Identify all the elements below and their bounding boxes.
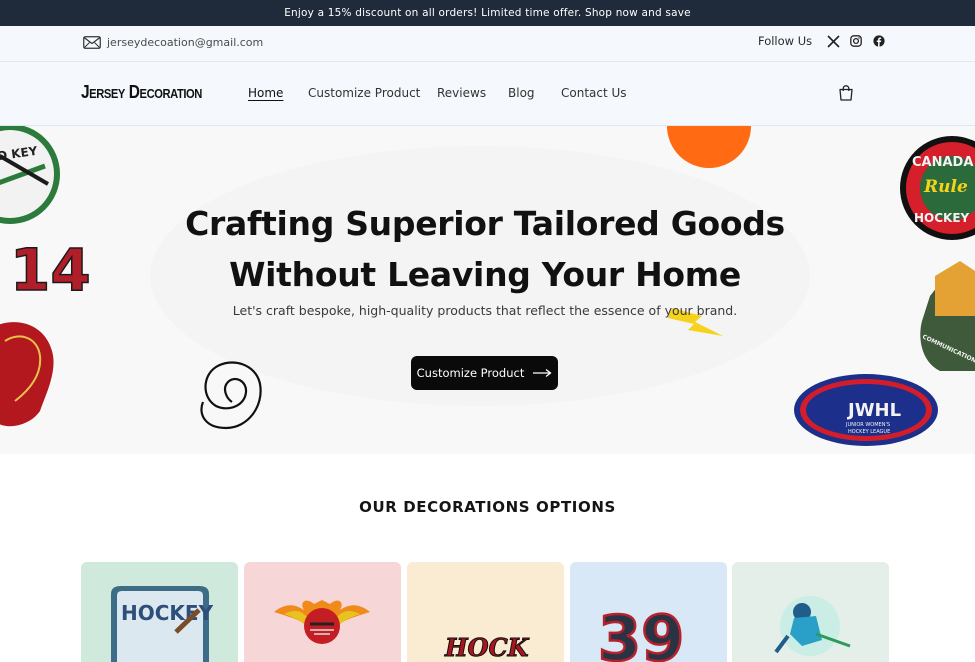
hero-title-line-1: Crafting Superior Tailored Goods bbox=[185, 204, 785, 243]
nav-customize-product[interactable]: Customize Product bbox=[308, 86, 420, 100]
svg-text:Rule: Rule bbox=[923, 177, 968, 197]
sublimation-card[interactable] bbox=[732, 562, 889, 662]
announcement-text: Enjoy a 15% discount on all orders! Limi… bbox=[284, 7, 691, 19]
announcement-bar: Enjoy a 15% discount on all orders! Limi… bbox=[0, 0, 975, 26]
number-39-image: 39 bbox=[597, 601, 686, 662]
svg-text:CANADA: CANADA bbox=[912, 155, 973, 170]
cart-icon[interactable] bbox=[837, 84, 855, 102]
svg-text:HOCKEY: HOCKEY bbox=[121, 601, 214, 625]
flaming-helmet-image bbox=[274, 600, 370, 644]
follow-label: Follow Us bbox=[758, 34, 813, 48]
chenille-card[interactable] bbox=[244, 562, 401, 662]
hockey-patch-image: HOCKEY bbox=[111, 586, 214, 662]
svg-text:JUNIOR WOMEN'S: JUNIOR WOMEN'S bbox=[845, 422, 890, 428]
nav-blog[interactable]: Blog bbox=[508, 86, 535, 100]
hero-subtitle: Let's craft bespoke, high-quality produc… bbox=[232, 303, 738, 318]
hero-title: Crafting Superior Tailored Goods Without… bbox=[150, 198, 820, 300]
section-title: OUR DECORATIONS OPTIONS bbox=[359, 498, 616, 516]
tackle-twill-image: HOCK bbox=[444, 633, 531, 662]
nav-home[interactable]: Home bbox=[248, 86, 283, 100]
hero-title-line-2: Without Leaving Your Home bbox=[229, 255, 741, 294]
x-icon[interactable] bbox=[826, 34, 840, 48]
hockey-player-image bbox=[774, 596, 851, 656]
email-link[interactable]: jerseydecoation@gmail.com bbox=[83, 36, 263, 49]
cta-label: Customize Product bbox=[416, 366, 525, 380]
jwhl-patch: JWHL JUNIOR WOMEN'S HOCKEY LEAGUE bbox=[794, 374, 938, 446]
nav-contact-us[interactable]: Contact Us bbox=[561, 86, 627, 100]
svg-text:HOCK: HOCK bbox=[444, 633, 530, 662]
customize-product-button[interactable]: Customize Product bbox=[411, 356, 558, 390]
site-logo[interactable]: Jersey Decoration bbox=[81, 82, 202, 103]
patch-card[interactable]: HOCKEY bbox=[81, 562, 238, 662]
email-text: jerseydecoation@gmail.com bbox=[107, 36, 264, 49]
mail-icon bbox=[83, 36, 101, 49]
arrow-right-icon bbox=[533, 368, 552, 378]
svg-text:39: 39 bbox=[598, 602, 684, 662]
numbers-card[interactable]: 39 bbox=[570, 562, 727, 662]
tackle-twill-card[interactable]: HOCK bbox=[407, 562, 564, 662]
facebook-icon[interactable] bbox=[872, 34, 886, 48]
svg-text:HOCKEY: HOCKEY bbox=[914, 211, 970, 225]
top-bar: jerseydecoation@gmail.com Follow Us bbox=[0, 26, 975, 62]
nav-reviews[interactable]: Reviews bbox=[437, 86, 486, 100]
svg-text:HOCKEY LEAGUE: HOCKEY LEAGUE bbox=[848, 429, 890, 435]
instagram-icon[interactable] bbox=[849, 34, 863, 48]
hero-banner: ELD KEY 14 CANADA Rule HOCKEY COMMUNICA bbox=[0, 126, 975, 454]
number-14-patch: 14 bbox=[10, 236, 91, 304]
svg-text:JWHL: JWHL bbox=[846, 400, 901, 421]
site-header: Jersey Decoration Home Customize Product… bbox=[0, 62, 975, 126]
